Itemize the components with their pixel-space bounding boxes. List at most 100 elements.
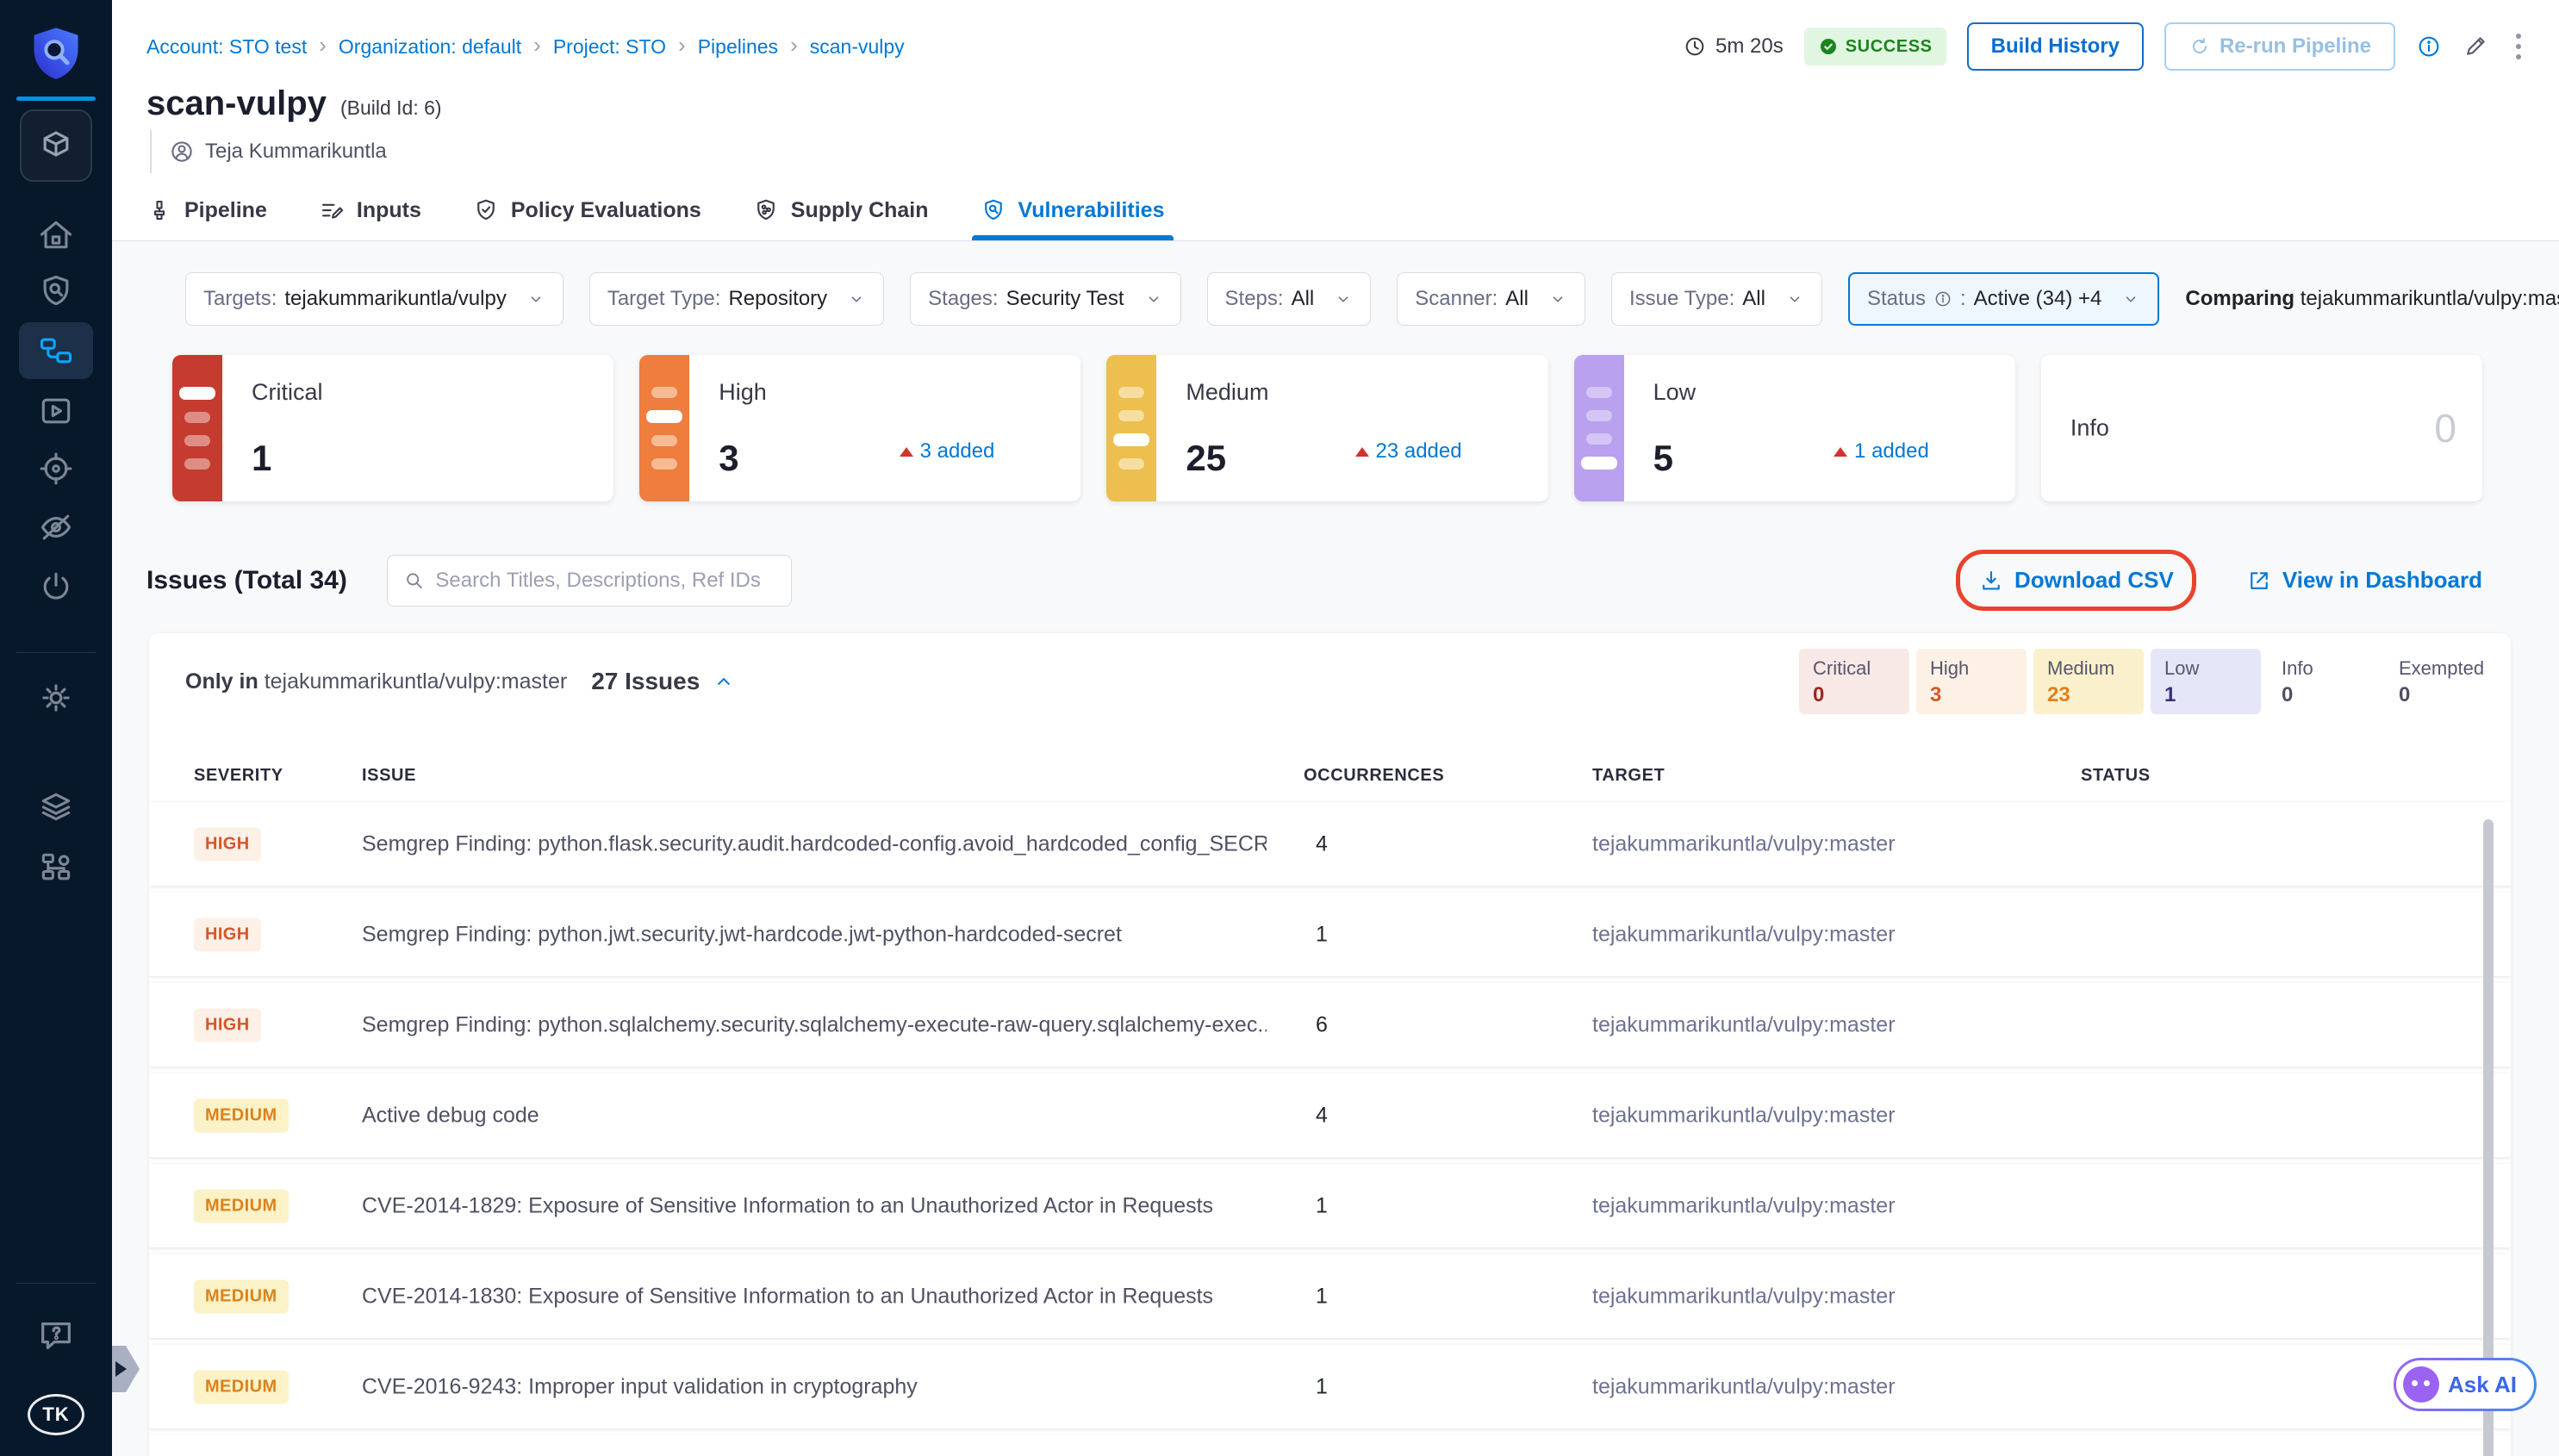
occurrences: 4 [1316, 1103, 1328, 1128]
tab-inputs[interactable]: Inputs [319, 180, 421, 240]
sidebar-item-layers-settings[interactable] [37, 787, 75, 825]
issues-searchbox [387, 555, 792, 607]
sidebar-item-exit[interactable] [37, 568, 75, 606]
issues-count: 27 Issues [591, 668, 700, 695]
download-csv-button[interactable]: Download CSV [1978, 567, 2174, 594]
tab-bar: Pipeline Inputs Policy Evaluations Suppl… [146, 180, 1165, 240]
sidebar-item-pipelines[interactable] [19, 322, 93, 379]
filter-stages[interactable]: Stages:Security Test [910, 272, 1180, 326]
card-count: 1 [252, 438, 271, 479]
card-count: 5 [1653, 438, 1673, 479]
table-row[interactable]: MEDIUM CVE-2016-9243: Improper input val… [149, 1345, 2511, 1428]
breadcrumb-project[interactable]: Project: STO [553, 35, 666, 59]
chip-exempted: Exempted0 [2385, 649, 2495, 714]
filter-steps[interactable]: Steps:All [1207, 272, 1372, 326]
card-label: Info [2070, 415, 2109, 442]
table-row[interactable]: MEDIUM CVE-2017-11424: PyJWT: Key confus… [149, 1435, 2511, 1456]
added-count: 23 added [1355, 439, 1462, 464]
chevron-down-icon [2121, 289, 2140, 308]
chip-medium: Medium23 [2033, 649, 2144, 714]
tab-policy-evaluations[interactable]: Policy Evaluations [473, 180, 701, 240]
table-row[interactable]: MEDIUM Active debug code 4 tejakummariku… [149, 1073, 2511, 1157]
breadcrumb-pipelines[interactable]: Pipelines [698, 35, 778, 59]
check-circle-icon [1818, 36, 1839, 57]
table-row[interactable]: MEDIUM CVE-2014-1829: Exposure of Sensit… [149, 1164, 2511, 1248]
chip-critical: Critical0 [1799, 649, 1909, 714]
sidebar-divider-bottom [16, 1283, 96, 1284]
card-low[interactable]: Low 5 1 added [1574, 355, 2015, 501]
chip-low: Low1 [2151, 649, 2261, 714]
sidebar-item-executions[interactable] [37, 392, 75, 430]
sidebar-item-settings[interactable] [37, 679, 75, 717]
more-options-icon[interactable] [2509, 30, 2528, 63]
info-icon[interactable] [2416, 34, 2442, 59]
card-info[interactable]: Info 0 [2041, 355, 2482, 501]
search-input[interactable] [435, 569, 775, 593]
filter-scanner[interactable]: Scanner:All [1397, 272, 1585, 326]
sidebar-item-org-settings[interactable] [37, 848, 75, 886]
sidebar: TK [0, 0, 112, 1456]
page-header: Account: STO test › Organization: default… [112, 0, 2559, 241]
filter-status[interactable]: Status : Active (34) +4 [1848, 272, 2159, 326]
build-history-button[interactable]: Build History [1967, 22, 2144, 71]
chevron-up-icon[interactable] [712, 669, 736, 694]
occurrences: 4 [1316, 831, 1328, 856]
table-row[interactable]: HIGH Semgrep Finding: python.jwt.securit… [149, 893, 2511, 976]
card-high[interactable]: High 3 3 added [639, 355, 1080, 501]
severity-badge: HIGH [194, 827, 261, 861]
card-medium[interactable]: Medium 25 23 added [1106, 355, 1547, 501]
rerun-pipeline-button[interactable]: Re-run Pipeline [2164, 22, 2395, 71]
issue-title: Semgrep Finding: python.sqlalchemy.secur… [362, 1012, 1267, 1037]
breadcrumb-separator: › [533, 34, 541, 59]
occurrences: 1 [1316, 922, 1328, 947]
severity-badge: MEDIUM [194, 1189, 289, 1223]
triangle-up-icon [1355, 447, 1369, 457]
info-icon [1933, 289, 1952, 308]
tab-pipeline[interactable]: Pipeline [146, 180, 267, 240]
column-severity: SEVERITY [194, 766, 283, 786]
tab-supply-chain[interactable]: Supply Chain [753, 180, 929, 240]
help-chat-icon[interactable] [36, 1316, 76, 1355]
sidebar-item-home[interactable] [37, 216, 75, 254]
severity-badge: HIGH [194, 918, 261, 951]
filters-row: Targets:tejakummarikuntla/vulpy Target T… [185, 272, 2511, 326]
user-icon [169, 139, 195, 165]
card-count: 25 [1186, 438, 1226, 479]
high-band-icon [639, 355, 689, 501]
ask-ai-label: Ask AI [2448, 1372, 2517, 1398]
tab-vulnerabilities[interactable]: Vulnerabilities [981, 180, 1165, 240]
target: tejakummarikuntla/vulpy:master [1592, 1103, 1896, 1128]
issues-bar: Issues (Total 34) Download CSV View in D… [146, 550, 2482, 611]
download-icon [1978, 568, 2004, 594]
filter-targets[interactable]: Targets:tejakummarikuntla/vulpy [185, 272, 563, 326]
filter-target-type[interactable]: Target Type:Repository [589, 272, 884, 326]
card-label: Critical [252, 379, 323, 406]
edit-pipeline-icon[interactable] [2462, 34, 2488, 59]
added-count: 1 added [1834, 439, 1929, 464]
chip-high: High3 [1916, 649, 2027, 714]
breadcrumb-account[interactable]: Account: STO test [146, 35, 307, 59]
table-row[interactable]: MEDIUM CVE-2014-1830: Exposure of Sensit… [149, 1254, 2511, 1338]
breadcrumb-current[interactable]: scan-vulpy [810, 35, 905, 59]
module-selector-button[interactable] [20, 109, 92, 182]
breadcrumb-org[interactable]: Organization: default [339, 35, 521, 59]
avatar[interactable]: TK [28, 1394, 84, 1435]
shield-check-icon [473, 197, 499, 223]
build-id: (Build Id: 6) [340, 96, 442, 120]
card-critical[interactable]: Critical 1 [172, 355, 613, 501]
ask-ai-button[interactable]: Ask AI [2394, 1358, 2537, 1411]
sidebar-item-targets[interactable] [37, 450, 75, 488]
view-in-dashboard-button[interactable]: View in Dashboard [2246, 567, 2482, 594]
target: tejakummarikuntla/vulpy:master [1592, 1012, 1896, 1037]
triangle-up-icon [1834, 447, 1847, 457]
sidebar-item-hidden[interactable] [37, 508, 75, 546]
filter-issue-type[interactable]: Issue Type:All [1611, 272, 1822, 326]
table-row[interactable]: HIGH Semgrep Finding: python.sqlalchemy.… [149, 983, 2511, 1067]
sidebar-item-overview[interactable] [37, 272, 75, 310]
issue-title: Semgrep Finding: python.jwt.security.jwt… [362, 922, 1122, 947]
chevron-down-icon [1144, 289, 1163, 308]
table-row[interactable]: HIGH Semgrep Finding: python.flask.secur… [149, 802, 2511, 886]
chevron-down-icon [1548, 289, 1567, 308]
chip-info: Info0 [2268, 649, 2378, 714]
column-target: TARGET [1592, 766, 1665, 786]
